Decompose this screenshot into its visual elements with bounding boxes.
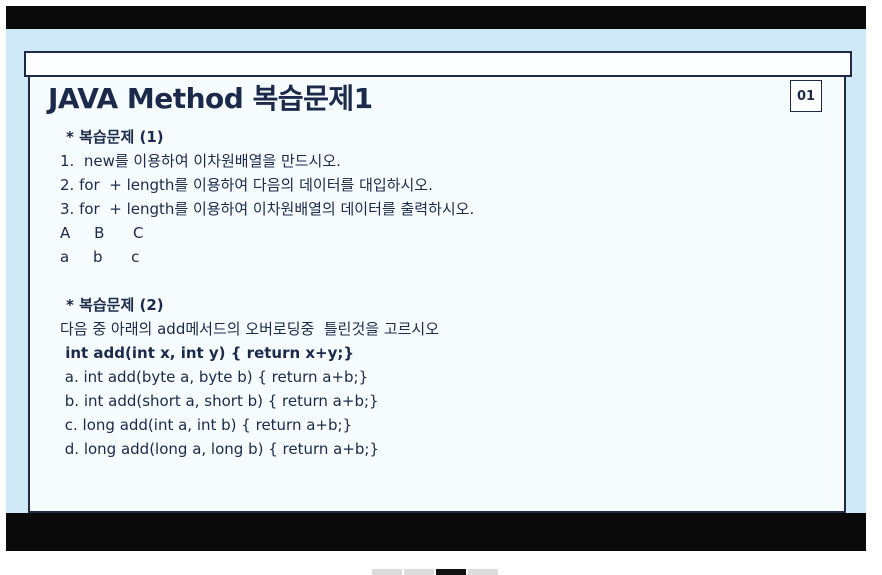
slide-card: JAVA Method 복습문제1 01 * 복습문제 (1) 1. new를 이… — [24, 51, 852, 513]
card-header-strip — [24, 51, 852, 77]
content-line: d. long add(long a, long b) { return a+b… — [60, 440, 380, 458]
slide-content: * 복습문제 (1) 1. new를 이용하여 이차원배열을 만드시오. 2. fo… — [60, 125, 820, 461]
slide-viewer: JAVA Method 복습문제1 01 * 복습문제 (1) 1. new를 이… — [6, 6, 866, 551]
content-line: 2. for + length를 이용하여 다음의 데이터를 대입하시오. — [60, 176, 433, 194]
content-line: b. int add(short a, short b) { return a+… — [60, 392, 379, 410]
content-line: A B C — [60, 224, 144, 242]
slide-pager — [372, 569, 498, 575]
content-line: * 복습문제 (2) — [66, 296, 164, 314]
pager-dot[interactable] — [468, 569, 498, 575]
slide: JAVA Method 복습문제1 01 * 복습문제 (1) 1. new를 이… — [6, 29, 866, 513]
content-line: 1. new를 이용하여 이차원배열을 만드시오. — [60, 152, 341, 170]
slide-title: JAVA Method 복습문제1 — [48, 82, 373, 115]
pager-dot[interactable] — [372, 569, 402, 575]
content-line: a. int add(byte a, byte b) { return a+b;… — [60, 368, 369, 386]
content-line: a b c — [60, 248, 140, 266]
content-line: c. long add(int a, int b) { return a+b;} — [60, 416, 353, 434]
viewer-bottom-bar — [6, 513, 866, 551]
content-line: 다음 중 아래의 add메서드의 오버로딩중 틀린것을 고르시오 — [60, 320, 440, 338]
content-line: int add(int x, int y) { return x+y;} — [60, 344, 355, 362]
viewer-top-bar — [6, 6, 866, 29]
page-number-badge: 01 — [790, 80, 822, 112]
content-line: 3. for + length를 이용하여 이차원배열의 데이터를 출력하시오. — [60, 200, 475, 218]
pager-dot[interactable] — [436, 569, 466, 575]
pager-dot[interactable] — [404, 569, 434, 575]
content-line: * 복습문제 (1) — [66, 128, 164, 146]
